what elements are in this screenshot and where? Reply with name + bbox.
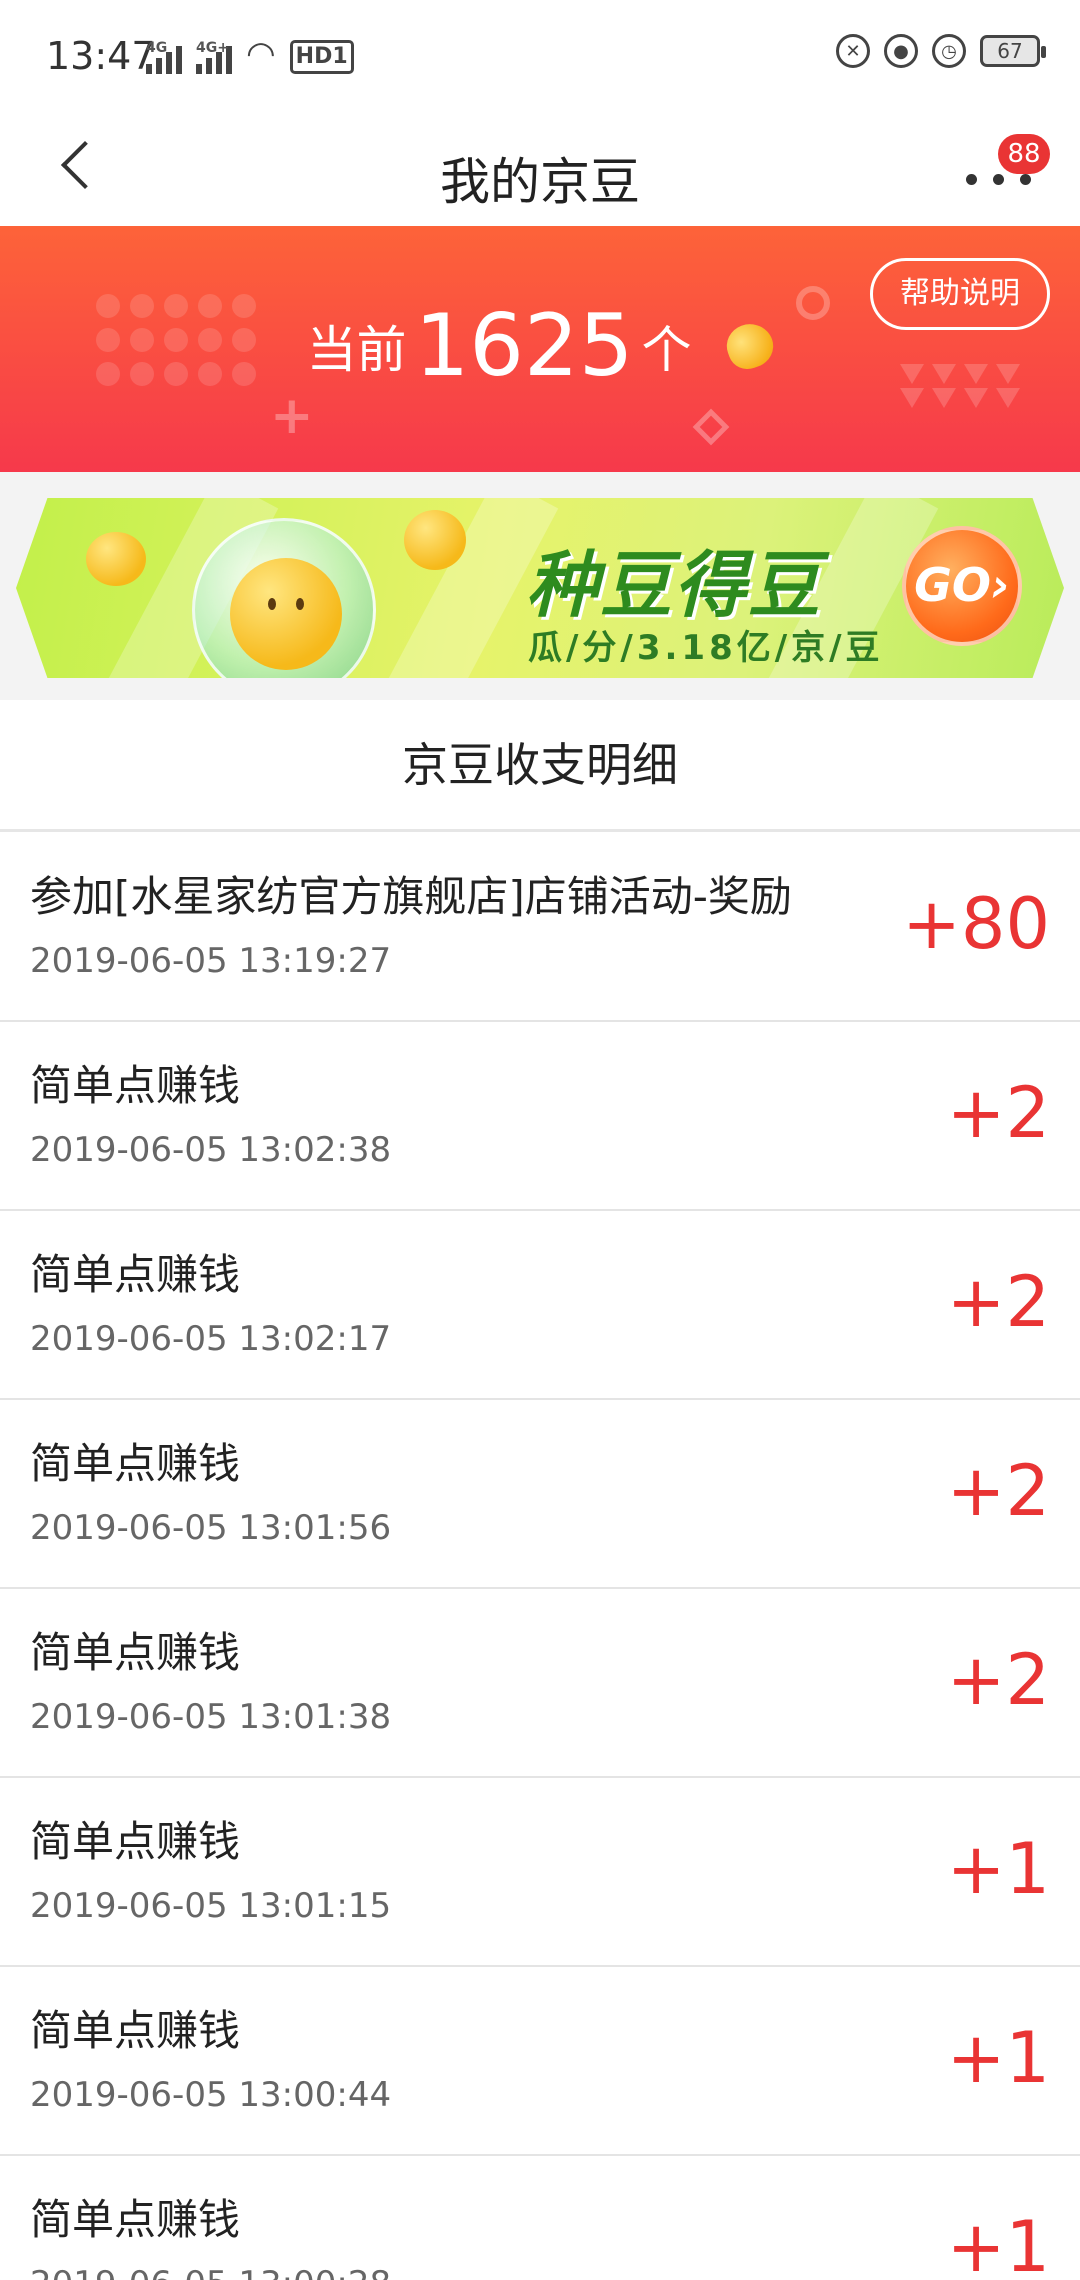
signal-icon: 4G+ xyxy=(196,40,232,74)
bean-count-value: 1625 xyxy=(414,296,634,396)
go-button[interactable]: GO› xyxy=(902,526,1022,646)
status-time: 13:47 xyxy=(46,34,156,78)
record-title: 简单点赚钱 xyxy=(30,1061,241,1110)
record-title: 参加[水星家纺官方旗舰店]店铺活动-奖励 xyxy=(30,872,792,921)
section-header: 京豆收支明细 xyxy=(0,700,1080,832)
list-item[interactable]: 简单点赚钱 2019-06-05 13:01:38 +2 xyxy=(0,1589,1080,1778)
record-title: 简单点赚钱 xyxy=(30,1439,241,1488)
bean-count-unit: 个 xyxy=(641,321,692,379)
bean-records-list[interactable]: 参加[水星家纺官方旗舰店]店铺活动-奖励 2019-06-05 13:19:27… xyxy=(0,833,1080,2280)
record-time: 2019-06-05 13:01:15 xyxy=(30,1886,392,1926)
hd-label: HD1 xyxy=(289,40,354,74)
network-type-label: 4G xyxy=(146,40,168,56)
record-amount: +2 xyxy=(946,1072,1050,1154)
more-dots-icon xyxy=(966,174,1031,185)
bean-summary-banner: + 当前1625 个 帮助说明 xyxy=(0,226,1080,472)
bean-icon xyxy=(721,317,780,375)
record-time: 2019-06-05 13:00:28 xyxy=(30,2264,391,2280)
list-item[interactable]: 简单点赚钱 2019-06-05 13:00:28 +1 xyxy=(0,2156,1080,2280)
list-item[interactable]: 简单点赚钱 2019-06-05 13:02:38 +2 xyxy=(0,1022,1080,1211)
mute-icon: ✕ xyxy=(836,34,870,68)
record-time: 2019-06-05 13:19:27 xyxy=(30,941,392,981)
record-time: 2019-06-05 13:00:44 xyxy=(30,2075,392,2115)
lock-icon: ● xyxy=(884,34,918,68)
nav-bar: 我的京豆 88 xyxy=(0,110,1080,226)
record-title: 简单点赚钱 xyxy=(30,2195,241,2244)
record-amount: +2 xyxy=(946,1261,1050,1343)
promo-title: 种豆得豆 xyxy=(526,543,823,627)
alarm-icon: ◷ xyxy=(932,34,966,68)
record-title: 简单点赚钱 xyxy=(30,1817,241,1866)
bean-icon xyxy=(404,510,466,570)
list-item[interactable]: 简单点赚钱 2019-06-05 13:01:56 +2 xyxy=(0,1400,1080,1589)
record-title: 简单点赚钱 xyxy=(30,2006,241,2055)
record-amount: +1 xyxy=(946,2206,1050,2280)
status-right-icons: ✕ ● ◷ 67 xyxy=(836,34,1046,68)
status-left-icons: 4G 4G+ ◠ HD1 xyxy=(146,34,354,74)
record-amount: +1 xyxy=(946,2017,1050,2099)
promo-area: 种豆得豆 瓜/分/3.18亿/京/豆 GO› xyxy=(0,472,1080,700)
record-time: 2019-06-05 13:01:38 xyxy=(30,1697,392,1737)
help-button[interactable]: 帮助说明 xyxy=(870,258,1050,330)
decor-diamond xyxy=(692,408,730,446)
status-bar: 13:47 4G 4G+ ◠ HD1 ✕ ● ◷ 67 xyxy=(0,0,1080,110)
bean-count-prefix: 当前 xyxy=(306,321,407,379)
page-title: 我的京豆 xyxy=(440,153,640,211)
bean-icon xyxy=(86,532,146,586)
list-item[interactable]: 简单点赚钱 2019-06-05 13:00:44 +1 xyxy=(0,1967,1080,2156)
record-time: 2019-06-05 13:02:17 xyxy=(30,1319,392,1359)
bean-mascot-icon xyxy=(230,558,342,670)
list-item[interactable]: 简单点赚钱 2019-06-05 13:02:17 +2 xyxy=(0,1211,1080,1400)
list-item[interactable]: 简单点赚钱 2019-06-05 13:01:15 +1 xyxy=(0,1778,1080,1967)
more-button[interactable]: 88 xyxy=(962,134,1050,200)
record-amount: +80 xyxy=(902,883,1050,965)
record-title: 简单点赚钱 xyxy=(30,1628,241,1677)
promo-banner[interactable]: 种豆得豆 瓜/分/3.18亿/京/豆 GO› xyxy=(16,498,1064,678)
list-item[interactable]: 参加[水星家纺官方旗舰店]店铺活动-奖励 2019-06-05 13:19:27… xyxy=(0,833,1080,1022)
battery-icon: 67 xyxy=(980,35,1046,67)
record-time: 2019-06-05 13:02:38 xyxy=(30,1130,392,1170)
network-type-label: 4G+ xyxy=(196,40,229,56)
record-title: 简单点赚钱 xyxy=(30,1250,241,1299)
message-badge: 88 xyxy=(998,134,1050,174)
wifi-icon: ◠ xyxy=(246,34,276,74)
promo-subtitle: 瓜/分/3.18亿/京/豆 xyxy=(528,628,884,668)
signal-icon: 4G xyxy=(146,40,182,74)
record-amount: +1 xyxy=(946,1828,1050,1910)
section-title: 京豆收支明细 xyxy=(402,738,678,792)
record-amount: +2 xyxy=(946,1639,1050,1721)
record-time: 2019-06-05 13:01:56 xyxy=(30,1508,392,1548)
record-amount: +2 xyxy=(946,1450,1050,1532)
